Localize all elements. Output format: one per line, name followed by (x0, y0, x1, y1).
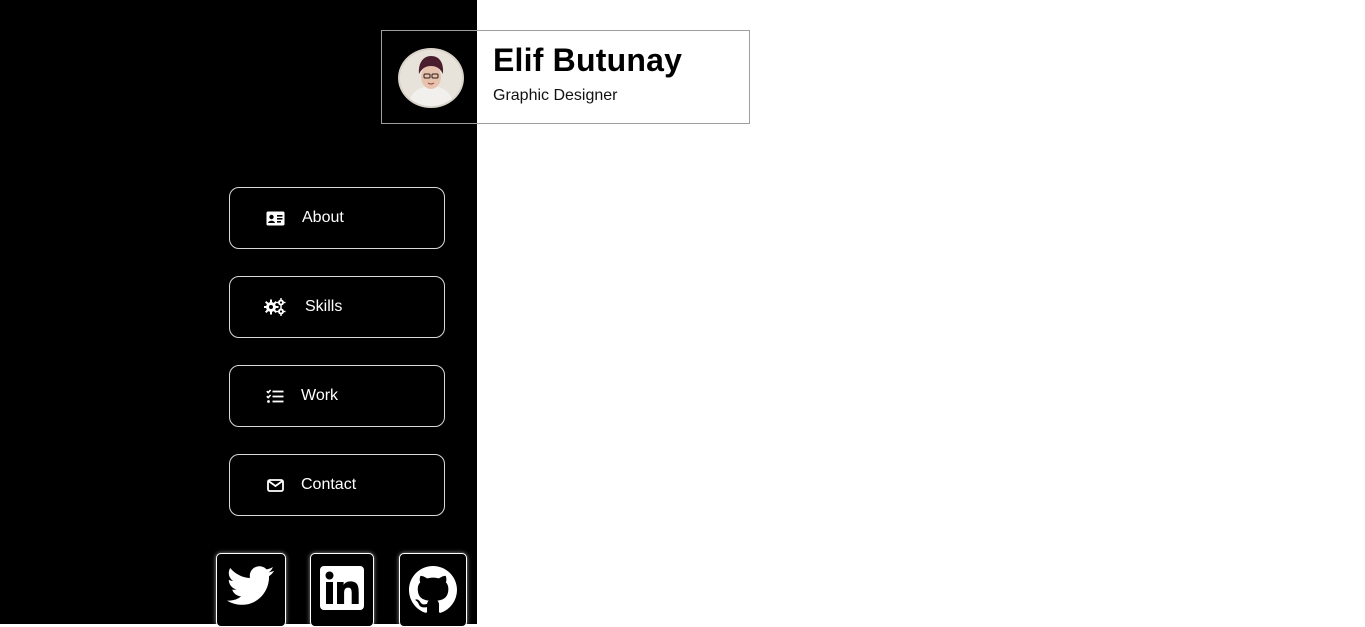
github-icon (409, 566, 457, 619)
id-card-icon (264, 209, 286, 227)
twitter-icon (226, 566, 275, 611)
nav-about-button[interactable]: About (229, 187, 445, 249)
nav-skills-button[interactable]: Skills (229, 276, 445, 338)
avatar (398, 48, 464, 108)
nav-work-label: Work (301, 387, 339, 404)
twitter-link[interactable] (216, 553, 286, 627)
nav-skills-label: Skills (305, 298, 343, 315)
nav-contact-label: Contact (301, 476, 357, 493)
gears-icon (264, 298, 286, 316)
linkedin-link[interactable] (310, 553, 374, 627)
linkedin-icon (320, 566, 364, 615)
nav-contact-button[interactable]: Contact (229, 454, 445, 516)
profile-card: Elif Butunay Graphic Designer (381, 30, 750, 124)
nav-about-label: About (302, 209, 344, 226)
profile-name: Elif Butunay (493, 42, 683, 78)
checklist-icon (264, 387, 286, 405)
profile-role: Graphic Designer (493, 87, 618, 104)
nav-work-button[interactable]: Work (229, 365, 445, 427)
envelope-icon (264, 476, 286, 494)
github-link[interactable] (399, 553, 467, 627)
